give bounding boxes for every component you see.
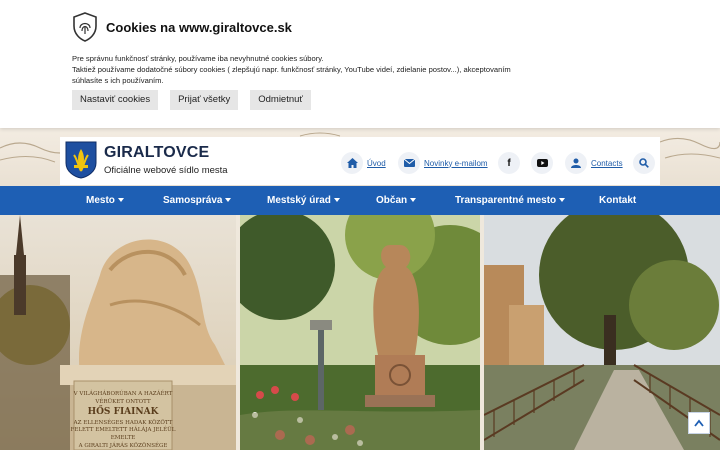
contacts-link-label: Contacts xyxy=(591,158,623,168)
nav-item-samosprava[interactable]: Samospráva xyxy=(163,186,232,215)
site-name[interactable]: GIRALTOVCE xyxy=(104,144,209,162)
photo-footbridge[interactable] xyxy=(484,215,720,450)
scroll-to-top-button[interactable] xyxy=(688,412,710,434)
plaque-text: EMELTE xyxy=(111,435,136,441)
cookie-text-line: súhlasíte s ich používaním. xyxy=(72,76,164,85)
photo-gallery: V VILÁGHÁBORÚBAN A HAZÁÉRT VÉRÜKET ONTOT… xyxy=(0,215,720,450)
nav-item-obcan[interactable]: Občan xyxy=(376,186,417,215)
fingerprint-shield-icon xyxy=(73,12,97,42)
nav-item-label: Transparentné mesto xyxy=(455,195,557,206)
main-navigation: Mesto Samospráva Mestský úrad Občan Tran… xyxy=(0,186,720,215)
chevron-down-icon xyxy=(333,198,340,203)
plaque-text: FELETT EMELTETT HÁLÁJA JELÉÜL xyxy=(71,425,176,433)
plaque-text: AZ ELLENSÉGES HADAK KÖZÖTT xyxy=(73,418,173,426)
photo-lion-monument[interactable]: V VILÁGHÁBORÚBAN A HAZÁÉRT VÉRÜKET ONTOT… xyxy=(0,215,236,450)
plaque-text: V VILÁGHÁBORÚBAN A HAZÁÉRT xyxy=(73,389,173,397)
nav-item-label: Občan xyxy=(376,195,408,206)
contacts-link[interactable]: Contacts xyxy=(565,152,623,174)
facebook-button[interactable]: f xyxy=(498,152,520,174)
newsletter-link[interactable]: Novinky e-mailom xyxy=(398,152,488,174)
nav-item-label: Kontakt xyxy=(599,195,637,206)
home-link[interactable]: Úvod xyxy=(341,152,386,174)
cookie-text-line: Pre správnu funkčnosť stránky, používame… xyxy=(72,54,324,63)
site-header: GIRALTOVCE Oficiálne webové sídlo mesta … xyxy=(60,137,660,185)
cookie-title: Cookies na www.giraltovce.sk xyxy=(106,19,292,35)
chevron-down-icon xyxy=(117,198,124,203)
nav-item-label: Mestský úrad xyxy=(267,195,331,206)
cookie-reject-button[interactable]: Odmietnuť xyxy=(250,90,311,110)
city-coat-of-arms-logo[interactable] xyxy=(65,141,97,179)
newsletter-link-label: Novinky e-mailom xyxy=(424,158,488,168)
site-subtitle: Oficiálne webové sídlo mesta xyxy=(104,165,228,176)
search-button[interactable] xyxy=(633,152,655,174)
nav-item-label: Samospráva xyxy=(163,195,223,206)
cookie-text-line: Taktiež používame dodatočné súbory cooki… xyxy=(72,65,511,74)
plaque-text: A GIRALTI JÁRÁS KÖZÖNSÉGE xyxy=(78,441,168,449)
home-link-label: Úvod xyxy=(367,158,386,168)
chevron-down-icon xyxy=(225,198,232,203)
cookie-header: Cookies na www.giraltovce.sk xyxy=(72,12,292,42)
home-icon xyxy=(341,152,363,174)
nav-item-mesto[interactable]: Mesto xyxy=(86,186,124,215)
envelope-icon xyxy=(398,152,420,174)
youtube-icon xyxy=(536,159,548,167)
nav-item-label: Mesto xyxy=(86,195,115,206)
cookie-description: Pre správnu funkčnosť stránky, používame… xyxy=(72,53,522,86)
facebook-icon: f xyxy=(507,157,511,169)
chevron-down-icon xyxy=(410,198,417,203)
chevron-up-icon xyxy=(694,419,704,427)
cookie-banner: Cookies na www.giraltovce.sk Pre správnu… xyxy=(0,0,720,128)
nav-item-mestsky-urad[interactable]: Mestský úrad xyxy=(267,186,340,215)
youtube-button[interactable] xyxy=(531,152,553,174)
nav-item-kontakt[interactable]: Kontakt xyxy=(599,186,636,215)
chevron-down-icon xyxy=(559,198,566,203)
photo-statue-park[interactable] xyxy=(240,215,480,450)
cookie-settings-button[interactable]: Nastaviť cookies xyxy=(72,90,159,110)
search-icon xyxy=(639,158,649,168)
cookie-accept-all-button[interactable]: Prijať všetky xyxy=(170,90,239,110)
plaque-text: VÉRÜKET ONTOTT xyxy=(94,397,151,405)
nav-item-transparentne-mesto[interactable]: Transparentné mesto xyxy=(455,186,566,215)
user-icon xyxy=(565,152,587,174)
